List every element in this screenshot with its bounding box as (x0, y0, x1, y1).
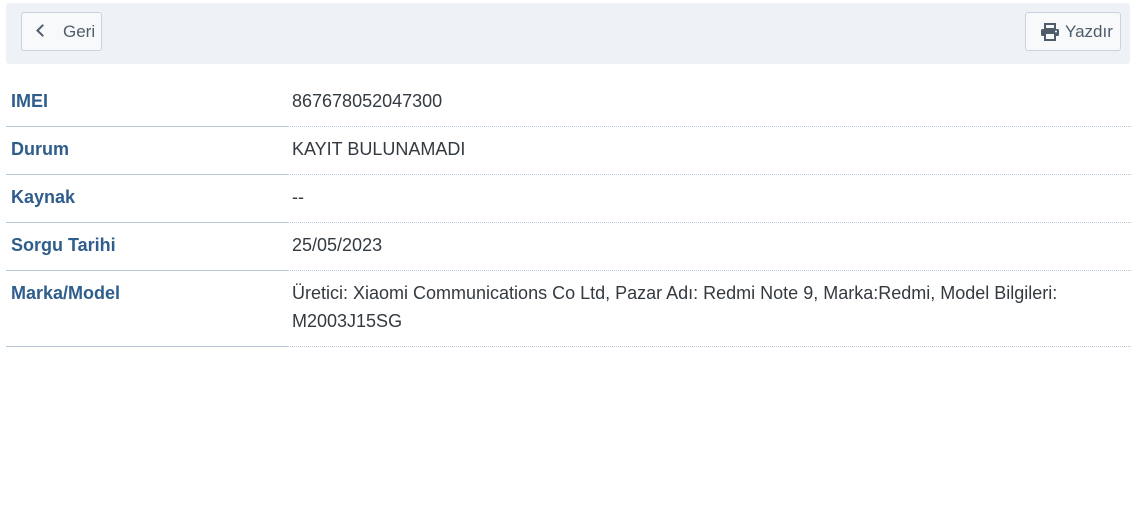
printer-icon (1040, 22, 1060, 41)
back-button-label: Geri (63, 21, 96, 41)
detail-row-brand-model: Marka/Model Üretici: Xiaomi Communicatio… (6, 271, 1131, 347)
detail-label: Sorgu Tarihi (6, 223, 288, 271)
detail-label: Kaynak (6, 175, 288, 223)
detail-row-source: Kaynak -- (6, 175, 1131, 223)
detail-value: KAYIT BULUNAMADI (288, 127, 1131, 175)
detail-row-status: Durum KAYIT BULUNAMADI (6, 127, 1131, 175)
detail-table: IMEI 867678052047300 Durum KAYIT BULUNAM… (6, 79, 1131, 347)
chevron-left-icon (36, 24, 49, 37)
detail-value: Üretici: Xiaomi Communications Co Ltd, P… (288, 271, 1131, 347)
detail-value: 867678052047300 (288, 79, 1131, 127)
print-button[interactable]: Yazdır (1025, 12, 1121, 51)
print-button-label: Yazdır (1065, 21, 1113, 41)
detail-row-imei: IMEI 867678052047300 (6, 79, 1131, 127)
back-button[interactable]: Geri (21, 12, 102, 51)
detail-label: Durum (6, 127, 288, 175)
detail-value: -- (288, 175, 1131, 223)
detail-value: 25/05/2023 (288, 223, 1131, 271)
detail-label: IMEI (6, 79, 288, 127)
detail-label: Marka/Model (6, 271, 288, 347)
toolbar: Geri Yazdır (6, 3, 1130, 64)
detail-row-query-date: Sorgu Tarihi 25/05/2023 (6, 223, 1131, 271)
